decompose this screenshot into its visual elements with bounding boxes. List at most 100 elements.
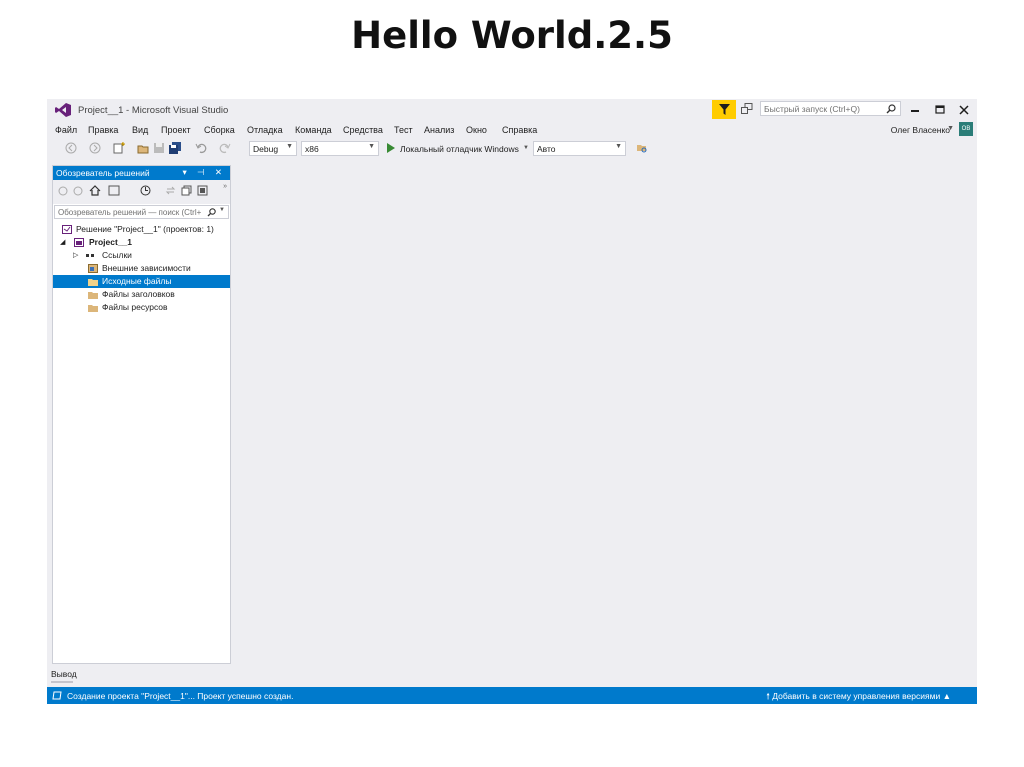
chevron-down-icon: ▼ (615, 143, 622, 150)
find-in-files-icon[interactable] (636, 142, 648, 154)
solution-platform-value: x86 (305, 144, 319, 154)
forward-icon[interactable] (89, 142, 101, 154)
collapsed-arrow-icon[interactable]: ▷ (73, 249, 78, 262)
menu-window[interactable]: Окно (466, 125, 487, 135)
visual-studio-logo-icon (55, 103, 71, 117)
filter-folder-icon (88, 305, 98, 312)
menu-analyze[interactable]: Анализ (424, 125, 454, 135)
add-to-source-control-button[interactable]: 🠕 Добавить в систему управления версиями… (766, 691, 951, 705)
tree-item-label: Исходные файлы (102, 276, 172, 286)
start-debugging-icon[interactable] (386, 143, 396, 153)
chevron-down-icon: ▼ (368, 143, 375, 150)
quick-launch-placeholder: Быстрый запуск (Ctrl+Q) (764, 104, 860, 114)
menu-build[interactable]: Сборка (204, 125, 235, 135)
solution-explorer-panel: Обозреватель решений ▾ ⊣ ✕ » Обозревател… (52, 165, 231, 664)
chevron-down-icon[interactable]: ▼ (947, 125, 954, 132)
debug-mode-value: Авто (537, 144, 556, 154)
tree-item-label: Файлы ресурсов (102, 302, 168, 312)
forward-icon[interactable] (73, 186, 83, 196)
slide-title: Hello World.2.5 (351, 14, 673, 57)
tree-item-header-files[interactable]: Файлы заголовков (53, 288, 230, 301)
expanded-arrow-icon[interactable]: ◢ (60, 236, 65, 249)
title-bar: Project__1 - Microsoft Visual Studio Быс… (47, 99, 977, 121)
tree-item-label: Решение "Project__1" (проектов: 1) (76, 224, 214, 234)
filter-folder-icon (88, 292, 98, 299)
add-to-source-control-label: Добавить в систему управления версиями (772, 691, 941, 701)
save-icon[interactable] (153, 142, 165, 154)
switch-views-icon[interactable] (108, 185, 120, 196)
undo-icon[interactable] (195, 142, 207, 154)
arrow-up-icon: 🠕 (766, 691, 770, 701)
solution-explorer-search-input[interactable]: Обозреватель решений — поиск (Ctrl+ ▼ (54, 205, 229, 219)
back-icon[interactable] (65, 142, 77, 154)
external-dependencies-icon (88, 264, 98, 273)
standard-toolbar: Debug ▼ x86 ▼ Локальный отладчик Windows… (47, 139, 977, 159)
user-name[interactable]: Олег Власенко (891, 125, 950, 135)
menu-team[interactable]: Команда (295, 125, 332, 135)
open-file-icon[interactable] (137, 142, 149, 154)
debug-mode-select[interactable]: Авто ▼ (533, 141, 626, 156)
chevron-up-icon: ▲ (942, 691, 951, 701)
back-icon[interactable] (58, 186, 68, 196)
menu-debug[interactable]: Отладка (247, 125, 283, 135)
tab-output[interactable]: Вывод (51, 669, 77, 679)
chevron-down-icon: ▼ (286, 143, 293, 150)
solution-platform-select[interactable]: x86 ▼ (301, 141, 379, 156)
tree-item-references[interactable]: ▷ Ссылки (53, 249, 230, 262)
close-button[interactable] (957, 103, 971, 117)
tree-item-label: Файлы заголовков (102, 289, 175, 299)
search-icon (886, 104, 896, 114)
status-message: Создание проекта "Project__1"... Проект … (67, 691, 294, 701)
tree-item-label: Ссылки (102, 250, 132, 260)
tree-item-project[interactable]: ◢ Project__1 (53, 236, 230, 249)
overflow-icon[interactable]: » (223, 183, 227, 190)
menu-edit[interactable]: Правка (88, 125, 118, 135)
menu-tools[interactable]: Средства (343, 125, 383, 135)
solution-explorer-search-placeholder: Обозреватель решений — поиск (Ctrl+ (58, 208, 202, 217)
collapse-all-icon[interactable] (181, 185, 192, 196)
menu-bar: Файл Правка Вид Проект Сборка Отладка Ко… (47, 123, 977, 137)
window-title: Project__1 - Microsoft Visual Studio (78, 105, 229, 116)
tree-item-external-dependencies[interactable]: Внешние зависимости (53, 262, 230, 275)
avatar[interactable]: ОВ (959, 122, 973, 136)
pending-changes-icon[interactable] (140, 185, 151, 196)
tree-item-source-files[interactable]: Исходные файлы (53, 275, 230, 288)
redo-icon[interactable] (219, 142, 231, 154)
tree-item-resource-files[interactable]: Файлы ресурсов (53, 301, 230, 314)
notifications-filter-button[interactable] (712, 100, 736, 119)
sync-icon[interactable] (165, 185, 176, 196)
filter-folder-icon (88, 279, 98, 286)
tree-item-label: Project__1 (89, 237, 132, 247)
menu-test[interactable]: Тест (394, 125, 413, 135)
home-icon[interactable] (89, 185, 101, 196)
tab-output-underline (51, 681, 73, 683)
solution-explorer-title: Обозреватель решений (56, 168, 150, 178)
chevron-down-icon[interactable]: ▼ (219, 207, 225, 213)
filter-icon (718, 104, 730, 115)
panel-controls[interactable]: ▾ ⊣ ✕ (182, 167, 226, 178)
visual-studio-window: Project__1 - Microsoft Visual Studio Быс… (47, 99, 977, 704)
solution-configuration-value: Debug (253, 144, 279, 154)
menu-file[interactable]: Файл (55, 125, 77, 135)
references-icon (86, 254, 94, 257)
quick-launch-input[interactable]: Быстрый запуск (Ctrl+Q) (760, 101, 901, 116)
maximize-button[interactable] (933, 103, 947, 117)
menu-project[interactable]: Проект (161, 125, 191, 135)
start-debugging-button[interactable]: Локальный отладчик Windows (400, 144, 519, 154)
solution-configuration-select[interactable]: Debug ▼ (249, 141, 297, 156)
feedback-icon[interactable] (741, 103, 753, 115)
solution-explorer-toolbar: » (53, 180, 230, 204)
menu-help[interactable]: Справка (502, 125, 537, 135)
status-message-icon (52, 691, 62, 700)
minimize-button[interactable] (908, 103, 922, 117)
cpp-project-icon (74, 238, 84, 247)
show-all-files-icon[interactable] (197, 185, 208, 196)
solution-explorer-header: Обозреватель решений ▾ ⊣ ✕ (53, 166, 230, 180)
chevron-down-icon[interactable]: ▼ (523, 145, 529, 151)
new-project-icon[interactable] (113, 142, 125, 154)
menu-view[interactable]: Вид (132, 125, 148, 135)
search-icon (207, 208, 216, 217)
tree-item-solution[interactable]: Решение "Project__1" (проектов: 1) (53, 223, 230, 236)
save-all-icon[interactable] (169, 142, 181, 154)
status-bar: Создание проекта "Project__1"... Проект … (47, 687, 977, 704)
